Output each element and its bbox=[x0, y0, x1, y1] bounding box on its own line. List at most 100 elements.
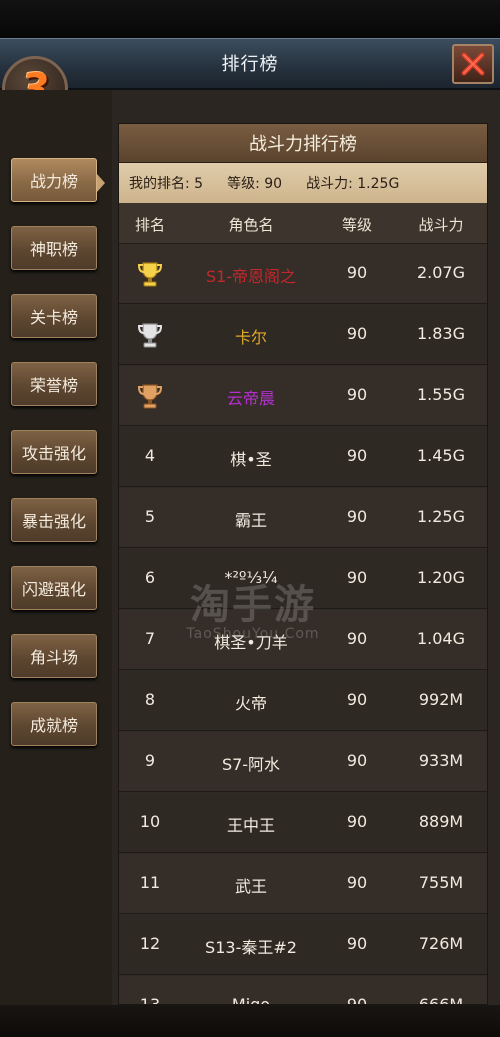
my-power: 战斗力: 1.25G bbox=[306, 173, 399, 193]
table-row[interactable]: 8 火帝 90 992M bbox=[119, 671, 487, 731]
sidebar-item-honor-rank[interactable]: 荣誉榜 bbox=[11, 362, 97, 406]
my-rank: 我的排名: 5 bbox=[129, 173, 203, 193]
close-icon bbox=[461, 52, 485, 76]
table-row[interactable]: 4 棋•圣 90 1.45G bbox=[119, 427, 487, 487]
sidebar-item-label: 关卡榜 bbox=[29, 308, 78, 327]
bottom-strip bbox=[0, 1005, 500, 1037]
sidebar-item-label: 暴击强化 bbox=[21, 512, 86, 531]
sidebar-item-label: 角斗场 bbox=[29, 648, 78, 667]
rank-cell: 9 bbox=[144, 751, 156, 770]
sidebar-item-label: 荣誉榜 bbox=[29, 376, 78, 395]
power-cell: 1.04G bbox=[416, 629, 466, 648]
my-power-value: 1.25G bbox=[357, 176, 400, 192]
player-name: 棋圣•刀羊 bbox=[214, 633, 288, 652]
table-row[interactable]: 9 S7-阿水 90 933M bbox=[119, 732, 487, 792]
level-cell: 90 bbox=[346, 751, 368, 770]
table-row[interactable]: 云帝晨 90 1.55G bbox=[119, 366, 487, 426]
active-tab-arrow-icon bbox=[97, 174, 105, 192]
rank-cell: 11 bbox=[139, 873, 161, 892]
my-level-value: 90 bbox=[264, 176, 283, 192]
level-cell: 90 bbox=[346, 812, 368, 831]
rank-cell: 13 bbox=[139, 995, 161, 1005]
close-button[interactable] bbox=[452, 44, 494, 84]
sidebar-item-crit-enhance[interactable]: 暴击强化 bbox=[11, 498, 97, 542]
table-header: 排名 角色名 等级 战斗力 bbox=[119, 203, 487, 244]
level-cell: 90 bbox=[346, 934, 368, 953]
sidebar-item-label: 成就榜 bbox=[29, 716, 78, 735]
level-cell: 90 bbox=[346, 873, 368, 892]
sidebar-item-label: 闪避强化 bbox=[21, 580, 86, 599]
level-cell: 90 bbox=[346, 995, 368, 1005]
sidebar-item-stage-rank[interactable]: 关卡榜 bbox=[11, 294, 97, 338]
power-cell: 1.25G bbox=[416, 507, 466, 526]
player-name: 云帝晨 bbox=[226, 389, 275, 408]
player-name: 王中王 bbox=[226, 816, 275, 835]
level-cell: 90 bbox=[346, 690, 368, 709]
player-name: 火帝 bbox=[234, 694, 267, 713]
sidebar-item-label: 战力榜 bbox=[29, 172, 78, 191]
table-row[interactable]: 11 武王 90 755M bbox=[119, 854, 487, 914]
power-cell: 755M bbox=[418, 873, 464, 892]
table-row[interactable]: 6 *²º⅓¼ 90 1.20G bbox=[119, 549, 487, 609]
col-header-name: 角色名 bbox=[228, 216, 274, 234]
bronze-trophy-icon bbox=[137, 384, 163, 409]
player-name: Migo bbox=[231, 995, 271, 1005]
my-rank-value: 5 bbox=[194, 176, 204, 192]
sidebar-item-power-rank[interactable]: 战力榜 bbox=[11, 158, 97, 202]
rank-cell: 12 bbox=[139, 934, 161, 953]
power-cell: 2.07G bbox=[416, 263, 466, 282]
power-cell: 1.20G bbox=[416, 568, 466, 587]
page-title: 排行榜 bbox=[221, 54, 279, 75]
power-cell: 666M bbox=[418, 995, 464, 1005]
player-name: 霸王 bbox=[234, 511, 267, 530]
power-cell: 1.83G bbox=[416, 324, 466, 343]
sidebar-item-arena[interactable]: 角斗场 bbox=[11, 634, 97, 678]
panel-title: 战斗力排行榜 bbox=[119, 124, 487, 163]
power-cell: 933M bbox=[418, 751, 464, 770]
col-header-rank: 排名 bbox=[134, 216, 165, 234]
rank-cell: 6 bbox=[144, 568, 156, 587]
level-cell: 90 bbox=[346, 385, 368, 404]
rank-cell: 5 bbox=[144, 507, 156, 526]
col-header-power: 战斗力 bbox=[418, 216, 464, 234]
power-cell: 1.45G bbox=[416, 446, 466, 465]
power-cell: 992M bbox=[418, 690, 464, 709]
level-cell: 90 bbox=[346, 446, 368, 465]
sidebar-item-achievement-rank[interactable]: 成就榜 bbox=[11, 702, 97, 746]
my-rank-label: 我的排名: bbox=[129, 176, 190, 192]
player-name: 棋•圣 bbox=[230, 450, 272, 469]
my-power-label: 战斗力: bbox=[306, 176, 353, 192]
status-bar bbox=[0, 0, 500, 38]
power-cell: 889M bbox=[418, 812, 464, 831]
level-cell: 90 bbox=[346, 263, 368, 282]
my-rank-info: 我的排名: 5 等级: 90 战斗力: 1.25G bbox=[119, 163, 487, 203]
table-row[interactable]: S1-帝恩阁之 90 2.07G bbox=[119, 244, 487, 304]
level-cell: 90 bbox=[346, 324, 368, 343]
my-level-label: 等级: bbox=[227, 176, 260, 192]
ranking-panel: 战斗力排行榜 我的排名: 5 等级: 90 战斗力: 1.25G 排名 角色名 … bbox=[118, 123, 488, 1005]
level-cell: 90 bbox=[346, 629, 368, 648]
power-cell: 726M bbox=[418, 934, 464, 953]
table-row[interactable]: 12 S13-秦王#2 90 726M bbox=[119, 915, 487, 975]
rank-cell: 4 bbox=[144, 446, 156, 465]
table-row[interactable]: 5 霸王 90 1.25G bbox=[119, 488, 487, 548]
table-row[interactable]: 10 王中王 90 889M bbox=[119, 793, 487, 853]
sidebar-item-divine-rank[interactable]: 神职榜 bbox=[11, 226, 97, 270]
sidebar-item-attack-enhance[interactable]: 攻击强化 bbox=[11, 430, 97, 474]
table-row[interactable]: 卡尔 90 1.83G bbox=[119, 305, 487, 365]
player-name: 武王 bbox=[234, 877, 267, 896]
sidebar-item-label: 攻击强化 bbox=[21, 444, 86, 463]
rank-cell: 10 bbox=[139, 812, 161, 831]
table-row[interactable]: 13 Migo 90 666M bbox=[119, 976, 487, 1005]
col-header-level: 等级 bbox=[341, 216, 372, 234]
my-level: 等级: 90 bbox=[227, 173, 282, 193]
table-row[interactable]: 7 棋圣•刀羊 90 1.04G bbox=[119, 610, 487, 670]
player-name: S13-秦王#2 bbox=[205, 938, 297, 957]
sidebar-item-label: 神职榜 bbox=[29, 240, 78, 259]
sidebar-item-dodge-enhance[interactable]: 闪避强化 bbox=[11, 566, 97, 610]
player-name: 卡尔 bbox=[234, 328, 267, 347]
player-name: *²º⅓¼ bbox=[224, 568, 278, 587]
title-bar: 排行榜 bbox=[0, 38, 500, 90]
power-cell: 1.55G bbox=[416, 385, 466, 404]
player-name: S1-帝恩阁之 bbox=[205, 267, 297, 286]
